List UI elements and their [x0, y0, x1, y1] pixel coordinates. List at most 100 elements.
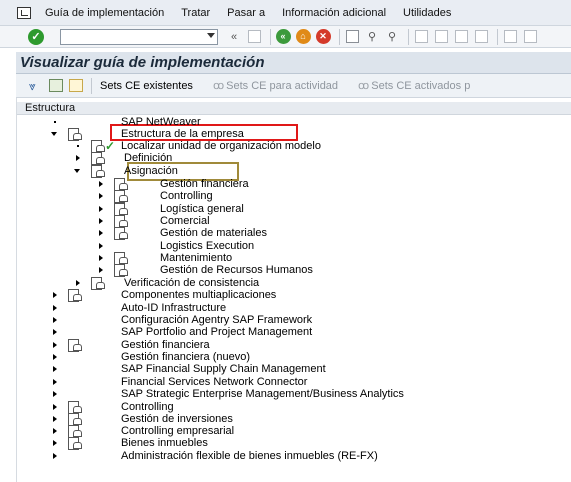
tree-node[interactable]: Administración flexible de bienes inmueb… [51, 450, 378, 462]
exit-icon[interactable]: ⌂ [295, 29, 311, 45]
save-icon[interactable] [246, 29, 262, 45]
expand-triangle-icon[interactable] [97, 192, 105, 200]
tree-node[interactable]: Gestión de inversiones [51, 413, 233, 426]
tree-node[interactable]: Gestión financiera [97, 178, 249, 191]
tree-node[interactable]: ✓ Localizar unidad de organización model… [74, 140, 321, 153]
expand-triangle-icon[interactable] [97, 242, 105, 250]
menu-informacion-adicional[interactable]: Información adicional [282, 7, 386, 19]
expand-all-icon[interactable]: ⩔ [29, 80, 43, 92]
tree-node[interactable]: Asignación [74, 165, 178, 178]
find-icon[interactable]: ⚲ [364, 29, 380, 45]
last-page-icon[interactable] [473, 29, 489, 45]
first-page-icon[interactable] [413, 29, 429, 45]
tree-node[interactable]: Logística general [97, 203, 244, 216]
expand-triangle-icon[interactable] [51, 378, 59, 386]
collapse-triangle-icon[interactable] [74, 167, 82, 175]
document-glasses-icon[interactable] [67, 401, 82, 414]
history-back-icon[interactable]: « [226, 29, 242, 45]
expand-triangle-icon[interactable] [51, 341, 59, 349]
document-glasses-icon[interactable] [67, 339, 82, 352]
menu-tratar[interactable]: Tratar [181, 7, 210, 19]
tree-node[interactable]: Gestión de materiales [97, 227, 267, 240]
enter-check-icon[interactable]: ✓ [28, 28, 44, 45]
window-menu-icon[interactable] [17, 6, 31, 19]
command-field[interactable] [60, 28, 218, 45]
document-glasses-icon[interactable] [90, 277, 105, 290]
document-glasses-icon[interactable] [113, 203, 128, 216]
collapse-triangle-icon[interactable] [51, 130, 59, 138]
expand-triangle-icon[interactable] [51, 439, 59, 447]
tree-node[interactable]: Definición [74, 152, 172, 165]
tree-node[interactable]: Verificación de consistencia [74, 277, 259, 290]
tree-node[interactable]: Configuración Agentry SAP Framework [51, 314, 312, 326]
expand-triangle-icon[interactable] [97, 180, 105, 188]
expand-triangle-icon[interactable] [74, 279, 82, 287]
document-glasses-icon[interactable] [113, 215, 128, 228]
expand-triangle-icon[interactable] [97, 229, 105, 237]
expand-triangle-icon[interactable] [51, 452, 59, 460]
tree-node[interactable]: Componentes multiaplicaciones [51, 289, 276, 302]
expand-triangle-icon[interactable] [51, 365, 59, 373]
tree-node[interactable]: Controlling [97, 190, 213, 203]
sets-ce-actividad-button[interactable]: ꝏ Sets CE para actividad [213, 79, 338, 92]
document-glasses-icon[interactable] [67, 437, 82, 450]
document-glasses-icon[interactable] [113, 227, 128, 240]
document-glasses-icon[interactable] [67, 128, 82, 141]
tree-node[interactable]: Gestión de Recursos Humanos [97, 264, 313, 277]
tree-node[interactable]: Financial Services Network Connector [51, 376, 307, 388]
expand-triangle-icon[interactable] [51, 403, 59, 411]
document-glasses-icon[interactable] [67, 425, 82, 438]
tree-node[interactable]: SAP Financial Supply Chain Management [51, 363, 326, 375]
tree-node[interactable]: Auto-ID Infrastructure [51, 302, 226, 314]
document-glasses-icon[interactable] [67, 289, 82, 302]
tree-node[interactable]: Comercial [97, 215, 210, 228]
menu-utilidades[interactable]: Utilidades [403, 7, 451, 19]
document-glasses-icon[interactable] [113, 252, 128, 265]
print-icon[interactable] [344, 29, 360, 45]
tree-node[interactable]: Gestión financiera [51, 339, 210, 352]
tree-node[interactable]: Logistics Execution [97, 240, 254, 252]
tree-node[interactable]: Controlling empresarial [51, 425, 234, 438]
expand-triangle-icon[interactable] [51, 390, 59, 398]
back-icon[interactable]: « [275, 29, 291, 45]
expand-triangle-icon[interactable] [51, 304, 59, 312]
shortcut-icon[interactable] [522, 29, 538, 45]
expand-triangle-icon[interactable] [51, 291, 59, 299]
previous-page-icon[interactable] [433, 29, 449, 45]
tree-node[interactable]: Controlling [51, 401, 174, 414]
expand-triangle-icon[interactable] [51, 316, 59, 324]
expand-triangle-icon[interactable] [97, 217, 105, 225]
chevron-down-icon[interactable] [207, 32, 215, 38]
document-glasses-icon[interactable] [90, 165, 105, 178]
new-session-icon[interactable] [502, 29, 518, 45]
expand-triangle-icon[interactable] [51, 353, 59, 361]
folder-icon[interactable] [69, 79, 83, 92]
find-next-icon[interactable]: ⚲ [384, 29, 400, 45]
tree-node[interactable]: Bienes inmuebles [51, 437, 208, 450]
document-glasses-icon[interactable] [90, 140, 105, 153]
expand-triangle-icon[interactable] [51, 328, 59, 336]
document-glasses-icon[interactable] [113, 264, 128, 277]
tree-node[interactable]: Gestión financiera (nuevo) [51, 351, 250, 363]
menu-pasar-a[interactable]: Pasar a [227, 7, 265, 19]
expand-triangle-icon[interactable] [51, 415, 59, 423]
tree-node[interactable]: SAP Portfolio and Project Management [51, 326, 312, 338]
cancel-icon[interactable]: ✕ [315, 29, 331, 45]
document-glasses-icon[interactable] [113, 190, 128, 203]
next-page-icon[interactable] [453, 29, 469, 45]
expand-triangle-icon[interactable] [97, 266, 105, 274]
tree-node[interactable]: SAP Strategic Enterprise Management/Busi… [51, 388, 404, 400]
document-glasses-icon[interactable] [67, 413, 82, 426]
sets-ce-existentes-button[interactable]: Sets CE existentes [100, 80, 193, 92]
sets-ce-activados-button[interactable]: ꝏ Sets CE activados p [358, 79, 470, 92]
tree-node[interactable]: Mantenimiento [97, 252, 232, 265]
expand-triangle-icon[interactable] [97, 254, 105, 262]
expand-triangle-icon[interactable] [74, 154, 82, 162]
expand-triangle-icon[interactable] [51, 427, 59, 435]
document-glasses-icon[interactable] [90, 152, 105, 165]
release-notes-icon[interactable] [49, 79, 63, 92]
document-glasses-icon[interactable] [113, 178, 128, 191]
tree-node[interactable]: Estructura de la empresa [51, 128, 244, 141]
tree-node[interactable]: SAP NetWeaver [51, 116, 201, 128]
menu-guia-implementacion[interactable]: Guía de implementación [45, 7, 164, 19]
